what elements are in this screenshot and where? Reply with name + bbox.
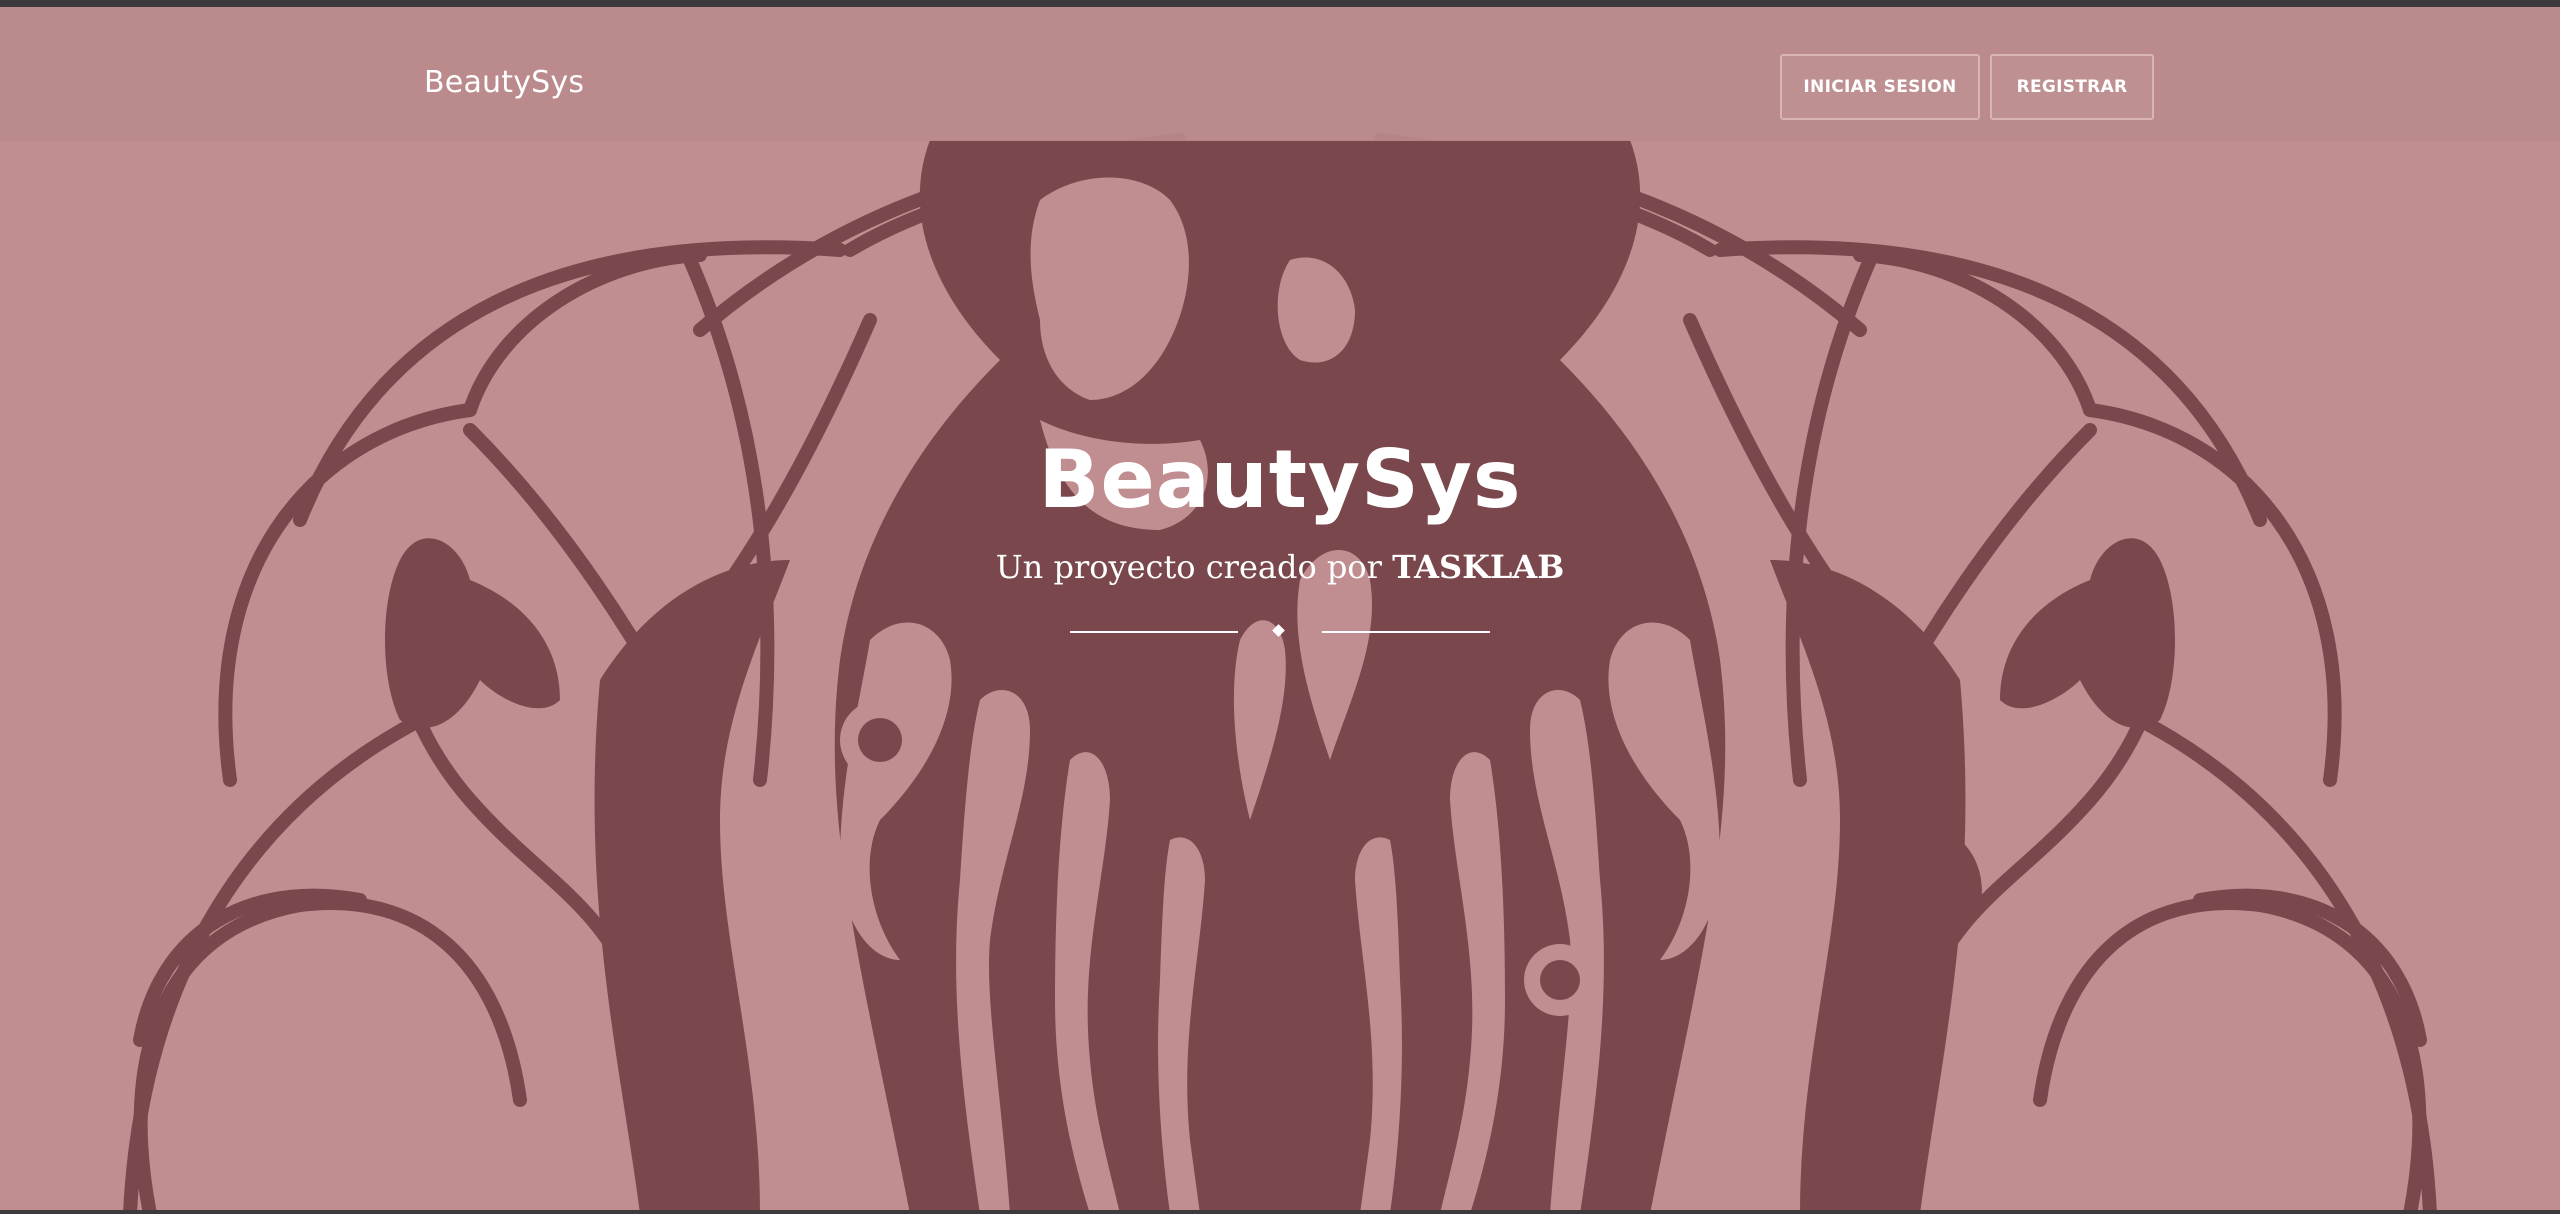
divider-line-left	[1070, 631, 1238, 633]
register-button[interactable]: REGISTRAR	[1990, 54, 2154, 120]
hero-section: BeautySys Un proyecto creado por TASKLAB	[0, 440, 2560, 644]
brand-logo[interactable]: BeautySys	[424, 65, 584, 100]
navbar: BeautySys INICIAR SESION REGISTRAR	[0, 7, 2560, 141]
hero-subtitle: Un proyecto creado por TASKLAB	[0, 548, 2560, 586]
divider-line-right	[1322, 631, 1490, 633]
hero-subtitle-text: Un proyecto creado por	[995, 548, 1393, 586]
hero-subtitle-brand: TASKLAB	[1392, 548, 1565, 586]
browser-top-edge	[0, 0, 2560, 7]
login-button[interactable]: INICIAR SESION	[1780, 54, 1980, 120]
diamond-icon	[1272, 624, 1285, 637]
hero-divider	[1070, 620, 1490, 644]
landing-page: BeautySys INICIAR SESION REGISTRAR Beaut…	[0, 0, 2560, 1214]
browser-bottom-edge	[0, 1210, 2560, 1214]
hero-title: BeautySys	[1038, 433, 1522, 526]
